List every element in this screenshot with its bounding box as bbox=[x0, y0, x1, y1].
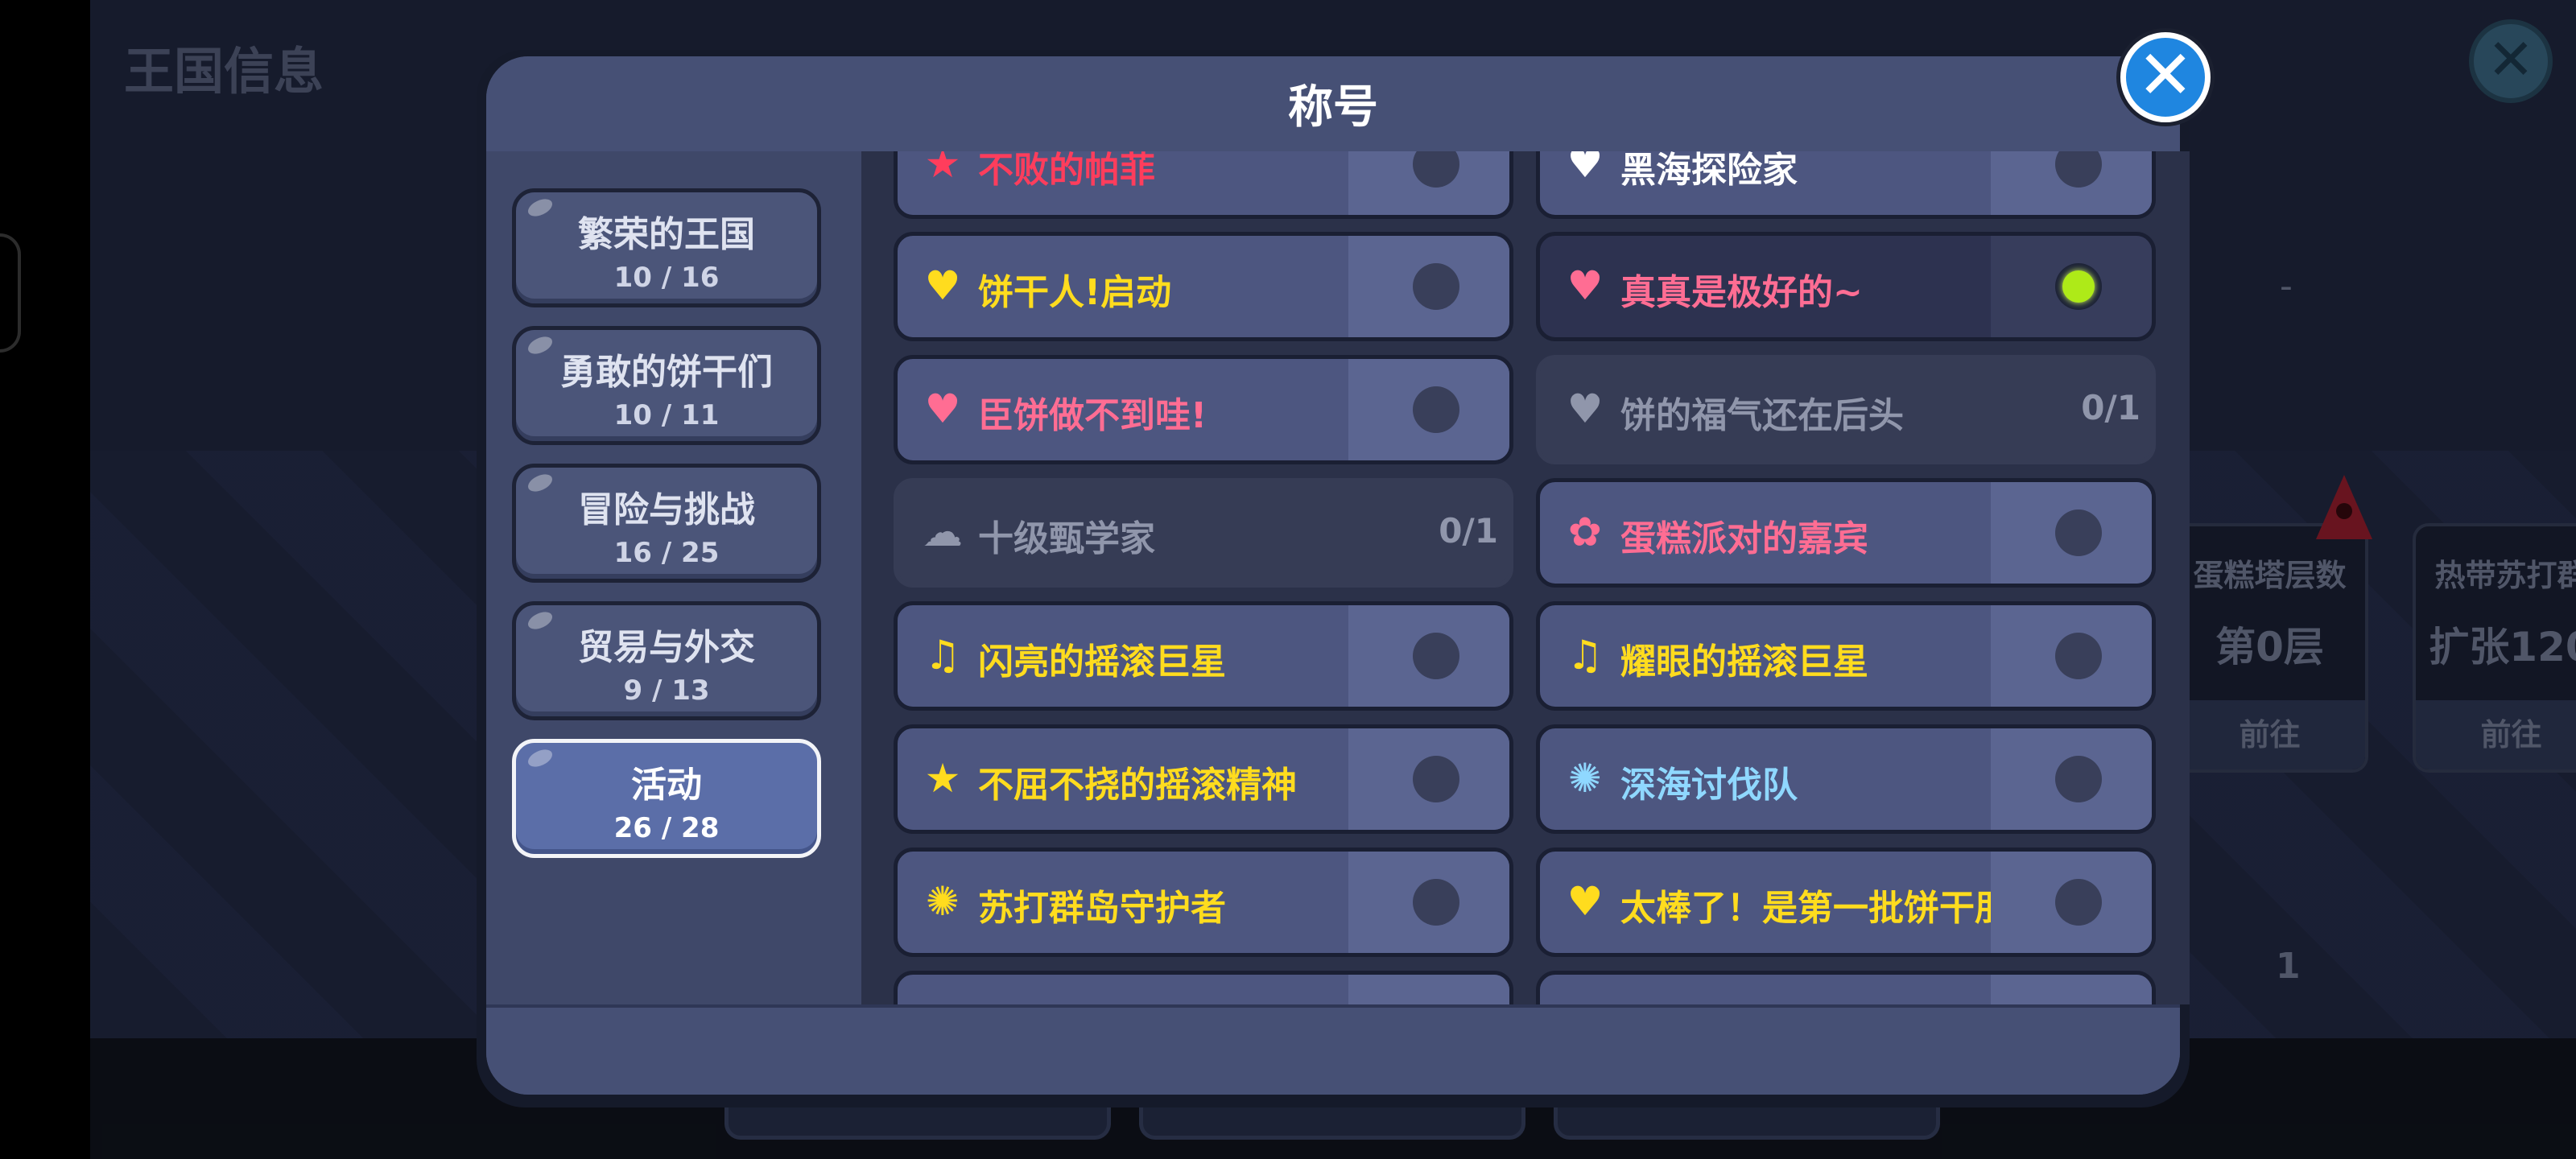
category-count: 26 / 28 bbox=[613, 812, 720, 844]
category-brave-cookies[interactable]: 勇敢的饼干们 10 / 11 bbox=[512, 326, 821, 445]
heart-icon: ♥ bbox=[1567, 386, 1604, 432]
heart-icon: ♥ bbox=[1567, 262, 1604, 309]
cloud-icon: ☁ bbox=[923, 509, 963, 555]
title-item-partial[interactable] bbox=[894, 971, 1513, 1004]
heart-icon: ♥ bbox=[924, 262, 961, 309]
title-radio-button[interactable] bbox=[2055, 263, 2102, 310]
title-radio-button[interactable] bbox=[1413, 633, 1459, 679]
title-radio-button[interactable] bbox=[1413, 151, 1459, 188]
dialog-footer bbox=[486, 1004, 2180, 1095]
category-count: 9 / 13 bbox=[623, 674, 710, 707]
title-item[interactable]: ♥ 饼干人!启动 bbox=[894, 232, 1513, 341]
title-radio-button[interactable] bbox=[2055, 756, 2102, 802]
title-label: 太棒了！是第一批饼干朋友 bbox=[1620, 888, 2046, 929]
title-item[interactable]: ♥ 真真是极好的~ bbox=[1536, 232, 2156, 341]
category-name: 勇敢的饼干们 bbox=[560, 352, 773, 393]
title-label: 耀眼的摇滚巨星 bbox=[1620, 641, 1868, 683]
title-item[interactable]: ✺ 苏打群岛守护者 bbox=[894, 848, 1513, 957]
title-item[interactable]: ☁ 十级甄学家 0/1 bbox=[894, 478, 1513, 588]
category-count: 10 / 16 bbox=[613, 262, 720, 294]
cake-icon: ✿ bbox=[1568, 509, 1602, 555]
title-item[interactable]: ★ 不屈不挠的摇滚精神 bbox=[894, 724, 1513, 834]
category-trade-diplomacy[interactable]: 贸易与外交 9 / 13 bbox=[512, 601, 821, 720]
title-radio-button[interactable] bbox=[1413, 879, 1459, 926]
title-item[interactable]: ♫ 闪亮的摇滚巨星 bbox=[894, 601, 1513, 711]
title-progress: 0/1 bbox=[1439, 511, 1498, 551]
heart-icon: ♥ bbox=[924, 386, 961, 432]
title-item[interactable]: ♥ 黑海探险家 bbox=[1536, 151, 2156, 219]
category-prosperous-kingdom[interactable]: 繁荣的王国 10 / 16 bbox=[512, 188, 821, 307]
star-icon: ★ bbox=[924, 151, 961, 187]
title-label: 深海讨伐队 bbox=[1620, 765, 1798, 806]
title-item[interactable]: ♫ 耀眼的摇滚巨星 bbox=[1536, 601, 2156, 711]
close-icon[interactable]: ✕ bbox=[2120, 32, 2211, 122]
title-select-area[interactable] bbox=[1348, 236, 1509, 337]
title-label: 不屈不挠的摇滚精神 bbox=[978, 765, 1297, 806]
title-label: 饼干人!启动 bbox=[978, 272, 1172, 313]
title-radio-button[interactable] bbox=[2055, 151, 2102, 188]
category-name: 贸易与外交 bbox=[578, 627, 755, 668]
title-item[interactable]: ★ 不败的帕菲 bbox=[894, 151, 1513, 219]
octopus-icon: ✺ bbox=[926, 878, 960, 925]
music-note-icon: ♫ bbox=[924, 632, 961, 678]
title-label: 苏打群岛守护者 bbox=[978, 888, 1226, 929]
category-name: 活动 bbox=[631, 765, 702, 806]
title-label: 蛋糕派对的嘉宾 bbox=[1620, 518, 1868, 559]
category-name: 冒险与挑战 bbox=[578, 489, 755, 530]
title-select-area[interactable] bbox=[1991, 482, 2152, 584]
title-select-area[interactable] bbox=[1348, 975, 1509, 1004]
title-radio-button[interactable] bbox=[2055, 879, 2102, 926]
heart-icon: ♥ bbox=[1567, 151, 1604, 187]
title-list[interactable]: ★ 不败的帕菲 ♥ 黑海探险家 ♥ 饼干人!启动 ♥ 真真是极好的~ ♥ 臣饼做不到哇! ♥ 饼的福气… bbox=[886, 151, 2174, 1004]
star-icon: ★ bbox=[924, 755, 961, 802]
title-select-area[interactable] bbox=[1348, 359, 1509, 460]
title-radio-button[interactable] bbox=[1413, 263, 1459, 310]
category-adventure-challenge[interactable]: 冒险与挑战 16 / 25 bbox=[512, 464, 821, 583]
title-item[interactable]: ♥ 饼的福气还在后头 0/1 bbox=[1536, 355, 2156, 464]
title-select-area[interactable] bbox=[1991, 728, 2152, 830]
title-radio-button[interactable] bbox=[1413, 386, 1459, 433]
title-select-area[interactable] bbox=[1348, 605, 1509, 707]
title-label: 臣饼做不到哇! bbox=[978, 395, 1208, 436]
category-events[interactable]: 活动 26 / 28 bbox=[512, 739, 821, 858]
title-select-area[interactable] bbox=[1991, 236, 2152, 337]
title-select-area[interactable] bbox=[1991, 852, 2152, 953]
title-label: 不败的帕菲 bbox=[978, 151, 1155, 191]
title-label: 饼的福气还在后头 bbox=[1620, 395, 1904, 436]
heart-icon: ♥ bbox=[1567, 878, 1604, 925]
category-count: 10 / 11 bbox=[613, 399, 720, 431]
title-select-area[interactable] bbox=[1991, 151, 2152, 215]
title-radio-button[interactable] bbox=[2055, 633, 2102, 679]
title-progress: 0/1 bbox=[2081, 388, 2140, 427]
octopus-icon: ✺ bbox=[1568, 755, 1602, 802]
title-select-area[interactable] bbox=[1348, 852, 1509, 953]
title-radio-button[interactable] bbox=[2055, 509, 2102, 556]
title-item[interactable]: ♥ 臣饼做不到哇! bbox=[894, 355, 1513, 464]
title-label: 黑海探险家 bbox=[1620, 151, 1798, 191]
title-select-area[interactable] bbox=[1348, 728, 1509, 830]
title-label: 闪亮的摇滚巨星 bbox=[978, 641, 1226, 683]
title-label: 真真是极好的~ bbox=[1620, 272, 1863, 313]
title-radio-button[interactable] bbox=[1413, 756, 1459, 802]
title-select-area[interactable] bbox=[1991, 975, 2152, 1004]
title-item[interactable]: ♥ 太棒了！是第一批饼干朋友 bbox=[1536, 848, 2156, 957]
category-name: 繁荣的王国 bbox=[578, 214, 755, 255]
category-count: 16 / 25 bbox=[613, 537, 720, 569]
title-item-partial[interactable] bbox=[1536, 971, 2156, 1004]
title-label: 十级甄学家 bbox=[978, 518, 1155, 559]
music-note-icon: ♫ bbox=[1567, 632, 1604, 678]
title-select-area[interactable] bbox=[1991, 605, 2152, 707]
title-select-area[interactable] bbox=[1348, 151, 1509, 215]
dialog-title: 称号 bbox=[1288, 81, 1378, 134]
title-item[interactable]: ✿ 蛋糕派对的嘉宾 bbox=[1536, 478, 2156, 588]
title-item[interactable]: ✺ 深海讨伐队 bbox=[1536, 724, 2156, 834]
